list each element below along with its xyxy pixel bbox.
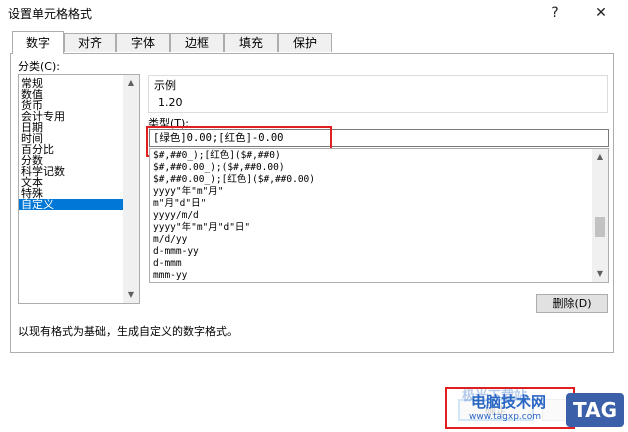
scroll-down-icon[interactable]: ▼ xyxy=(592,266,608,282)
category-listbox[interactable]: 常规 数值 货币 会计专用 日期 时间 百分比 分数 科学记数 文本 特殊 自定… xyxy=(18,74,140,304)
format-item[interactable]: m/d/yy xyxy=(153,234,187,245)
help-button[interactable]: ? xyxy=(540,0,570,26)
delete-button[interactable]: 删除(D) xyxy=(536,294,608,313)
category-label: 分类(C): xyxy=(18,60,60,73)
watermark-badge: TAG xyxy=(566,393,624,427)
format-item[interactable]: yyyy/m/d xyxy=(153,210,199,221)
format-item[interactable]: $#,##0_);[红色]($#,##0) xyxy=(153,150,281,161)
dialog-title: 设置单元格格式 xyxy=(8,7,93,21)
sample-value: 1.20 xyxy=(158,96,183,109)
format-item[interactable]: m"月"d"日" xyxy=(153,198,206,209)
format-item[interactable]: d-mmm xyxy=(153,258,182,269)
format-item[interactable]: yyyy"年"m"月"d"日" xyxy=(153,222,250,233)
scroll-down-icon[interactable]: ▼ xyxy=(123,287,139,303)
category-item-selected[interactable]: 自定义 xyxy=(19,199,123,210)
description-text: 以现有格式为基础，生成自定义的数字格式。 xyxy=(18,325,238,338)
tab-font[interactable]: 字体 xyxy=(116,33,170,52)
tab-number[interactable]: 数字 xyxy=(12,31,64,54)
tab-alignment[interactable]: 对齐 xyxy=(64,33,116,52)
scroll-up-icon[interactable]: ▲ xyxy=(592,149,608,165)
tab-fill[interactable]: 填充 xyxy=(224,33,278,52)
watermark-secondary: 极光下载站 xyxy=(462,389,528,404)
format-item[interactable]: mmm-yy xyxy=(153,270,187,281)
title-bar: 设置单元格格式 ? ✕ xyxy=(0,0,628,26)
format-scrollbar[interactable]: ▲ ▼ xyxy=(592,149,608,282)
format-item[interactable]: yyyy"年"m"月" xyxy=(153,186,223,197)
format-item[interactable]: d-mmm-yy xyxy=(153,246,199,257)
category-scrollbar[interactable]: ▲ ▼ xyxy=(123,75,139,303)
watermark-site-url: www.tagxp.com xyxy=(469,412,541,422)
format-listbox[interactable]: $#,##0_);[红色]($#,##0) $#,##0.00_);($#,##… xyxy=(149,148,609,283)
close-button[interactable]: ✕ xyxy=(586,0,616,26)
watermark-badge-text: TAG xyxy=(573,398,617,422)
scroll-up-icon[interactable]: ▲ xyxy=(123,75,139,91)
format-item[interactable]: $#,##0.00_);[红色]($#,##0.00) xyxy=(153,174,315,185)
tab-border[interactable]: 边框 xyxy=(170,33,224,52)
format-item[interactable]: $#,##0.00_);($#,##0.00) xyxy=(153,162,285,173)
tab-protection[interactable]: 保护 xyxy=(278,33,332,52)
scroll-thumb[interactable] xyxy=(595,217,605,237)
sample-group xyxy=(148,75,608,113)
